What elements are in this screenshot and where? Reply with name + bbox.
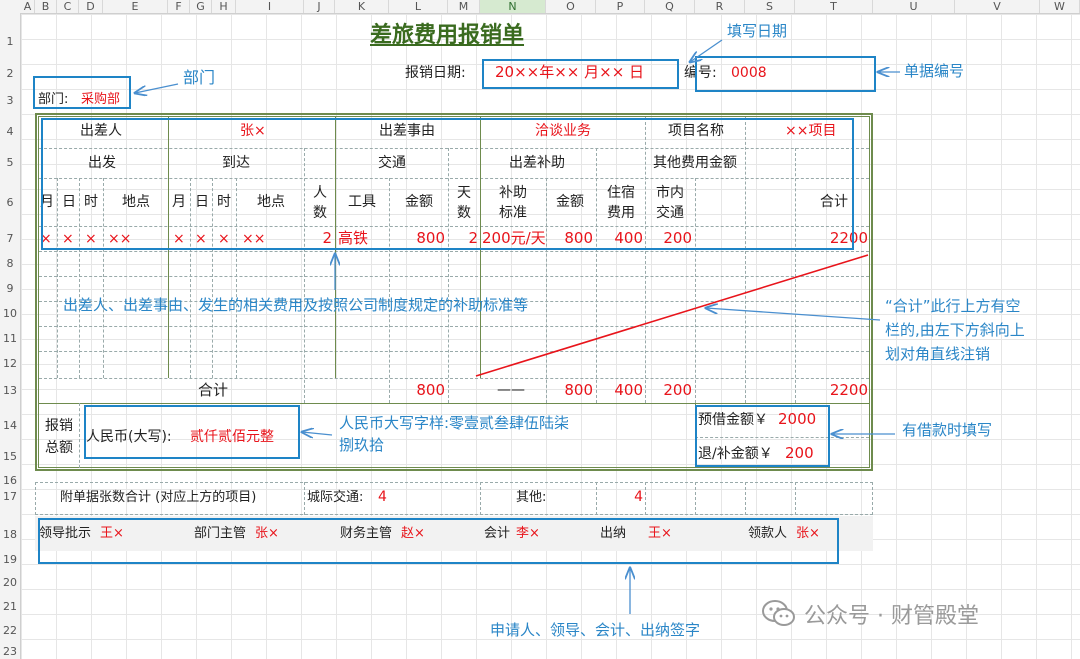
annot-date: 填写日期 (727, 22, 788, 40)
watermark-text: 公众号 · 财管殿堂 (804, 604, 979, 629)
wechat-icon (762, 600, 795, 626)
arrow-dept (135, 83, 179, 93)
arrow-date (690, 39, 723, 62)
watermark: 公众号 · 财管殿堂 (762, 598, 979, 630)
annot-diag: “合计”此行上方有空 栏的,由左下方斜向上 划对角直线注销 (885, 297, 1025, 363)
arrow-diag (706, 308, 881, 321)
arrow-rmb (302, 432, 333, 435)
annot-detail: 出差人、出差事由、发生的相关费用及按照公司制度规定的补助标准等 (63, 296, 529, 314)
annot-sign: 申请人、领导、会计、出纳签字 (490, 621, 701, 639)
annot-rmb: 人民币大写字样:零壹贰叁肆伍陆柒 捌玖拾 (339, 414, 570, 454)
annot-dept: 部门 (183, 68, 216, 87)
annot-loan: 有借款时填写 (902, 421, 993, 439)
annot-number: 单据编号 (904, 62, 965, 80)
